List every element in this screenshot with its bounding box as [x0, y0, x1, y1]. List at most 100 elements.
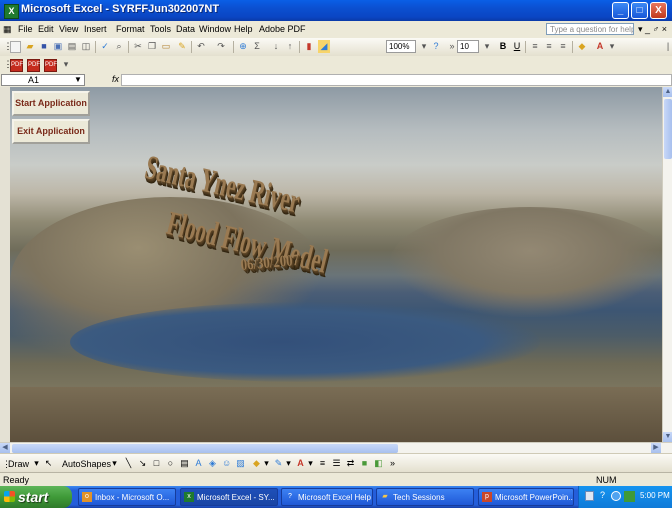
horizontal-scroll-thumb[interactable]: [12, 444, 398, 453]
select-objects-icon[interactable]: ↖: [44, 459, 53, 468]
rectangle-icon[interactable]: □: [152, 459, 161, 468]
name-box-dropdown-icon[interactable]: ▼: [74, 75, 82, 84]
network-icon[interactable]: [585, 491, 594, 501]
toolbar-overflow-icon[interactable]: |: [662, 40, 672, 53]
line-color-dropdown-icon[interactable]: ▾: [284, 459, 293, 468]
clip-art-icon[interactable]: ☺: [222, 459, 231, 468]
worksheet-area[interactable]: Start Application Exit Application Santa…: [10, 87, 662, 442]
align-left-icon[interactable]: ≡: [529, 40, 541, 53]
bold-button[interactable]: B: [497, 40, 509, 53]
menu-tools[interactable]: Tools: [150, 24, 171, 34]
draw-menu-button[interactable]: Draw: [8, 459, 29, 469]
menu-file[interactable]: File: [18, 24, 33, 34]
scroll-up-icon[interactable]: ▲: [663, 87, 672, 97]
hyperlink-icon[interactable]: ⊕: [237, 40, 249, 53]
font-color-dropdown-icon[interactable]: ▾: [606, 40, 618, 53]
excel-app-icon[interactable]: X: [4, 4, 19, 19]
underline-button[interactable]: U: [511, 40, 523, 53]
title-bar[interactable]: X Microsoft Excel - SYRFFJun302007NT _ □…: [0, 0, 672, 21]
workbook-icon[interactable]: ▦: [3, 24, 12, 35]
start-application-button[interactable]: Start Application: [12, 91, 90, 116]
pdf-toolbar-options-icon[interactable]: ▾: [60, 58, 72, 71]
horizontal-scrollbar[interactable]: ◀ ▶: [0, 442, 672, 453]
print-preview-icon[interactable]: ◫: [80, 40, 92, 53]
undo-icon[interactable]: ↶: [195, 40, 207, 53]
scroll-left-icon[interactable]: ◀: [0, 443, 10, 453]
dash-style-icon[interactable]: ☰: [332, 459, 341, 468]
exit-application-button[interactable]: Exit Application: [12, 119, 90, 144]
align-center-icon[interactable]: ≡: [543, 40, 555, 53]
convert-to-pdf-icon[interactable]: PDF: [10, 59, 23, 72]
spelling-icon[interactable]: ✓: [99, 40, 111, 53]
convert-and-email-icon[interactable]: PDF: [27, 59, 40, 72]
new-icon[interactable]: [10, 41, 21, 53]
format-painter-icon[interactable]: ✎: [176, 40, 188, 53]
help-tray-icon[interactable]: ?: [600, 490, 605, 500]
save-icon[interactable]: ■: [38, 40, 50, 53]
autoshapes-dropdown-icon[interactable]: ▾: [110, 459, 119, 468]
sort-descending-icon[interactable]: ↑: [284, 40, 296, 53]
minimize-button[interactable]: _: [612, 2, 629, 19]
insert-function-icon[interactable]: fx: [112, 74, 119, 84]
insert-picture-icon[interactable]: ▨: [236, 459, 245, 468]
menu-view[interactable]: View: [59, 24, 78, 34]
font-color-button[interactable]: A: [594, 40, 606, 53]
menu-data[interactable]: Data: [176, 24, 195, 34]
research-icon[interactable]: ⌕: [113, 40, 125, 53]
fill-color-dropdown-icon[interactable]: ▾: [262, 459, 271, 468]
vertical-scrollbar[interactable]: ▲ ▼: [662, 87, 672, 442]
workbook-window-controls[interactable]: ▾ _ ♂ ×: [638, 24, 667, 35]
formula-input[interactable]: [121, 74, 672, 86]
font-color-icon[interactable]: A: [296, 459, 305, 468]
vertical-scroll-thumb[interactable]: [664, 99, 672, 159]
text-box-icon[interactable]: ▤: [180, 459, 189, 468]
scroll-down-icon[interactable]: ▼: [663, 432, 672, 442]
fill-color-icon[interactable]: ◆: [252, 459, 261, 468]
autosum-icon[interactable]: Σ: [251, 40, 263, 53]
line-color-icon[interactable]: ✎: [274, 459, 283, 468]
close-button[interactable]: X: [650, 2, 667, 19]
messenger-icon[interactable]: [611, 491, 621, 501]
taskbar-item-tech-sessions[interactable]: ▰ Tech Sessions: [376, 488, 474, 506]
clock[interactable]: 5:00 PM: [640, 491, 670, 500]
3d-style-icon[interactable]: ◧: [374, 459, 383, 468]
permission-icon[interactable]: ▣: [52, 40, 64, 53]
copy-icon[interactable]: ❐: [146, 40, 158, 53]
line-style-icon[interactable]: ≡: [318, 459, 327, 468]
drawing-icon[interactable]: ◢: [318, 40, 330, 53]
security-icon[interactable]: [624, 491, 635, 502]
menu-format[interactable]: Format: [116, 24, 145, 34]
autoshapes-menu-button[interactable]: AutoShapes: [62, 459, 111, 469]
taskbar-item-excel-help[interactable]: ? Microsoft Excel Help: [281, 488, 373, 506]
taskbar-item-powerpoint[interactable]: p Microsoft PowerPoin...: [478, 488, 574, 506]
wordart-icon[interactable]: A: [194, 459, 203, 468]
menu-window[interactable]: Window: [199, 24, 231, 34]
font-color-dropdown-icon[interactable]: ▾: [306, 459, 315, 468]
help-search-input[interactable]: Type a question for help: [546, 23, 634, 35]
zoom-select[interactable]: 100%: [386, 40, 416, 53]
scroll-right-icon[interactable]: ▶: [651, 443, 661, 453]
taskbar-item-excel[interactable]: x Microsoft Excel - SY...: [180, 488, 278, 506]
align-right-icon[interactable]: ≡: [557, 40, 569, 53]
arrow-style-icon[interactable]: ⇄: [346, 459, 355, 468]
cut-icon[interactable]: ✂: [132, 40, 144, 53]
menu-adobe-pdf[interactable]: Adobe PDF: [259, 24, 306, 34]
diagram-icon[interactable]: ◈: [208, 459, 217, 468]
name-box[interactable]: A1: [1, 74, 85, 86]
help-icon[interactable]: ?: [430, 40, 442, 53]
maximize-button[interactable]: □: [631, 2, 648, 19]
font-size-select[interactable]: 10: [457, 40, 479, 53]
redo-icon[interactable]: ↷: [215, 40, 227, 53]
menu-help[interactable]: Help: [234, 24, 253, 34]
draw-dropdown-icon[interactable]: ▾: [32, 459, 41, 468]
taskbar-item-inbox[interactable]: o Inbox - Microsoft O...: [78, 488, 176, 506]
arrow-icon[interactable]: ↘: [138, 459, 147, 468]
zoom-dropdown-icon[interactable]: ▾: [418, 40, 430, 53]
sort-ascending-icon[interactable]: ↓: [270, 40, 282, 53]
paste-icon[interactable]: ▭: [160, 40, 172, 53]
fill-color-icon[interactable]: ◆: [576, 40, 588, 53]
open-icon[interactable]: ▰: [24, 40, 36, 53]
menu-insert[interactable]: Insert: [84, 24, 107, 34]
drawing-toolbar-options-icon[interactable]: »: [388, 459, 397, 468]
shadow-style-icon[interactable]: ■: [360, 459, 369, 468]
